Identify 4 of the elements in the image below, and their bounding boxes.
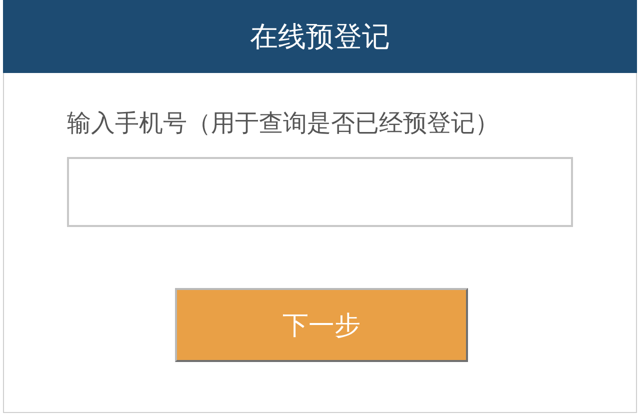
page-title: 在线预登记 [250,18,390,54]
phone-input-field[interactable] [67,157,573,227]
next-button[interactable]: 下一步 [175,288,468,362]
field-label: 输入手机号（用于查询是否已经预登记） [67,108,500,139]
